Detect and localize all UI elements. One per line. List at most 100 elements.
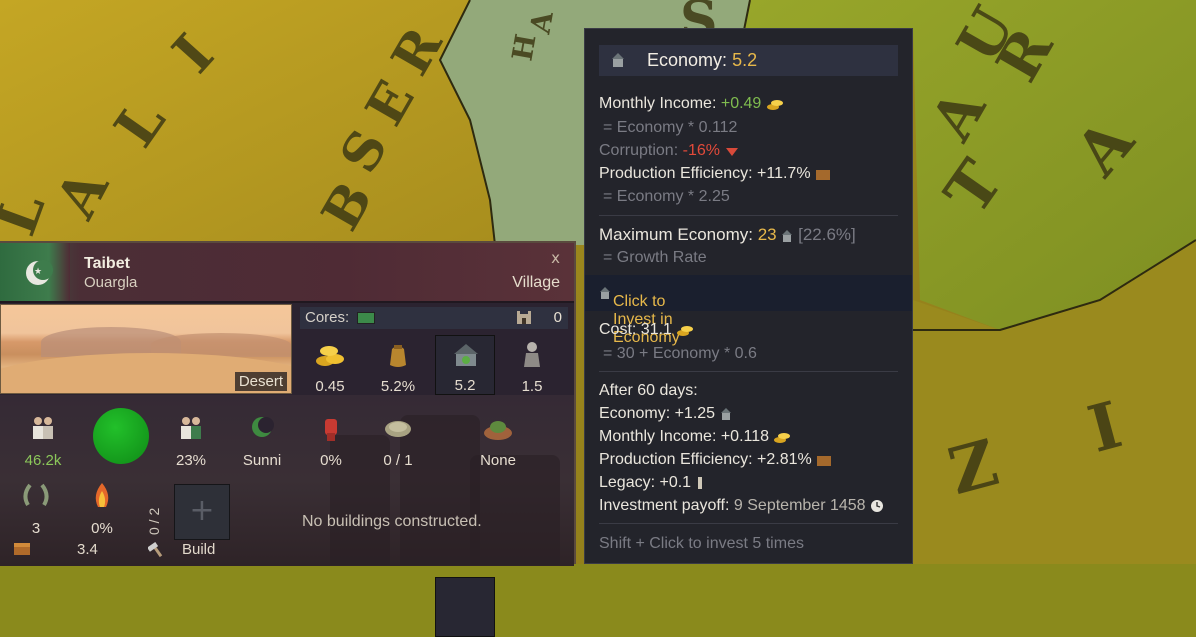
stat-unrest[interactable]: 0% bbox=[301, 409, 361, 469]
status-indicator-icon[interactable] bbox=[93, 408, 149, 464]
stat-religion[interactable]: Sunni bbox=[232, 409, 292, 469]
economy-icon bbox=[782, 229, 793, 242]
stat-value: 23% bbox=[175, 452, 207, 469]
unrest-fist-icon bbox=[325, 419, 337, 441]
stat-value: Sunni bbox=[242, 452, 282, 469]
max-economy-percent: [22.6%] bbox=[798, 225, 856, 244]
after-income: Monthly Income: +0.118 bbox=[599, 428, 770, 445]
stat-economy[interactable]: 5.2 bbox=[435, 335, 495, 395]
production-line: Production Efficiency: +11.7% bbox=[599, 165, 831, 183]
stat-devastation[interactable]: 0% bbox=[72, 477, 132, 537]
stat-value: None bbox=[480, 452, 516, 469]
monthly-income-line: Monthly Income: +0.49 bbox=[599, 95, 784, 113]
cores-row: Cores: 0 bbox=[300, 307, 568, 329]
after-economy-line: Economy: +1.25 bbox=[599, 405, 732, 423]
stat-value: 1.5 bbox=[521, 378, 543, 395]
bottom-stat-value: 3.4 bbox=[77, 541, 98, 558]
after-label: After 60 days: bbox=[599, 382, 698, 399]
monthly-income-value: +0.49 bbox=[720, 95, 762, 112]
population-icon bbox=[33, 417, 53, 439]
production-chest-icon bbox=[816, 169, 830, 180]
province-header: ★ Taibet Ouargla Village x bbox=[0, 243, 574, 303]
crescent-moon-icon: ★ bbox=[26, 260, 53, 285]
divider bbox=[599, 371, 898, 372]
stat-economy[interactable] bbox=[435, 577, 495, 637]
corruption-line: Corruption: -16% bbox=[599, 142, 740, 160]
stat-value: 46.2k bbox=[24, 452, 62, 469]
stat-value: 0% bbox=[320, 452, 342, 469]
hammer-icon bbox=[148, 542, 163, 558]
after-legacy-line: Legacy: +0.1 bbox=[599, 474, 704, 492]
province-area[interactable]: Ouargla bbox=[84, 274, 137, 291]
close-button[interactable]: x bbox=[551, 249, 560, 267]
after-production: Production Efficiency: +2.81% bbox=[599, 451, 812, 468]
legacy-scroll-icon bbox=[697, 476, 702, 489]
stat-population[interactable]: 46.2k bbox=[13, 409, 73, 469]
no-buildings-text: No buildings constructed. bbox=[302, 513, 482, 530]
growth-rate-formula: = Growth Rate bbox=[603, 249, 707, 266]
economy-tooltip: Economy: 5.2 Monthly Income: +0.49 = Eco… bbox=[584, 28, 913, 564]
province-flag[interactable]: ★ bbox=[0, 243, 70, 301]
payoff-line: Investment payoff: 9 September 1458 bbox=[599, 497, 884, 515]
divider bbox=[599, 523, 898, 524]
production-label: Production Efficiency: bbox=[599, 165, 753, 182]
max-economy-value: 23 bbox=[757, 225, 777, 244]
building-slots: 0 / 2 bbox=[146, 507, 162, 535]
stat-value: 5.2% bbox=[380, 378, 416, 395]
stat-value: 0.45 bbox=[315, 378, 345, 395]
payoff-value: 9 September 1458 bbox=[733, 497, 866, 514]
gold-coins-icon bbox=[774, 432, 791, 443]
max-economy-line: Maximum Economy: 23 [22.6%] bbox=[599, 225, 856, 245]
tooltip-title-value: 5.2 bbox=[732, 50, 758, 70]
monthly-income-label: Monthly Income: bbox=[599, 95, 717, 112]
build-label[interactable]: Build bbox=[182, 541, 215, 558]
stat-development[interactable]: 3 bbox=[6, 477, 66, 537]
clock-icon bbox=[871, 499, 884, 512]
production-value: +11.7% bbox=[757, 165, 811, 182]
svg-text:★: ★ bbox=[34, 267, 42, 277]
terrain-image: Desert bbox=[0, 304, 292, 394]
stat-value: 0% bbox=[91, 520, 113, 537]
estate-icon bbox=[484, 421, 512, 440]
plus-icon: + bbox=[189, 493, 215, 528]
fort-level: 0 bbox=[553, 309, 562, 326]
province-rank: Village bbox=[512, 274, 560, 291]
tooltip-title-label: Economy: bbox=[647, 50, 728, 70]
corruption-label: Corruption: bbox=[599, 142, 679, 159]
economy-icon bbox=[600, 286, 610, 299]
cores-label: Cores: bbox=[305, 309, 350, 326]
stat-trade-goods[interactable]: 0 / 1 bbox=[368, 409, 428, 469]
culture-people-icon bbox=[181, 417, 201, 439]
monthly-income-formula: = Economy * 0.112 bbox=[603, 119, 738, 136]
gold-coins-icon bbox=[766, 99, 783, 110]
trade-goods-icon bbox=[385, 421, 411, 437]
laurel-icon bbox=[23, 483, 49, 507]
production-formula: = Economy * 2.25 bbox=[603, 188, 730, 205]
stat-culture[interactable]: 23% bbox=[161, 409, 221, 469]
corruption-value: -16% bbox=[682, 142, 720, 159]
cost-formula: = 30 + Economy * 0.6 bbox=[603, 345, 757, 362]
stat-manpower[interactable]: 1.5 bbox=[502, 335, 562, 395]
add-building-button[interactable]: + bbox=[174, 484, 230, 540]
terrain-label: Desert bbox=[234, 372, 287, 391]
province-name: Taibet bbox=[84, 255, 130, 272]
stat-tax[interactable]: 0.45 bbox=[300, 335, 360, 395]
stat-value: 5.2 bbox=[454, 377, 476, 394]
after-income-line: Monthly Income: +0.118 bbox=[599, 428, 791, 446]
divider bbox=[599, 215, 898, 216]
cost-line: Cost: 31.1 bbox=[599, 321, 694, 339]
stat-value: 0 / 1 bbox=[383, 452, 413, 469]
stat-production[interactable]: 5.2% bbox=[368, 335, 428, 395]
stat-value: 3 bbox=[31, 520, 41, 537]
gold-coins-icon bbox=[316, 346, 344, 366]
payoff-label: Investment payoff: bbox=[599, 497, 730, 514]
after-production-line: Production Efficiency: +2.81% bbox=[599, 451, 832, 469]
cost-value: 31.1 bbox=[640, 321, 672, 338]
devastation-fire-icon bbox=[95, 483, 109, 507]
invest-economy-button[interactable]: Click to Invest in Economy bbox=[585, 275, 912, 346]
money-bag-icon bbox=[390, 345, 406, 367]
core-flag-icon[interactable] bbox=[357, 312, 375, 324]
gold-coins-icon bbox=[677, 325, 694, 336]
tooltip-title: Economy: 5.2 bbox=[599, 45, 898, 76]
stat-estate[interactable]: None bbox=[468, 409, 528, 469]
